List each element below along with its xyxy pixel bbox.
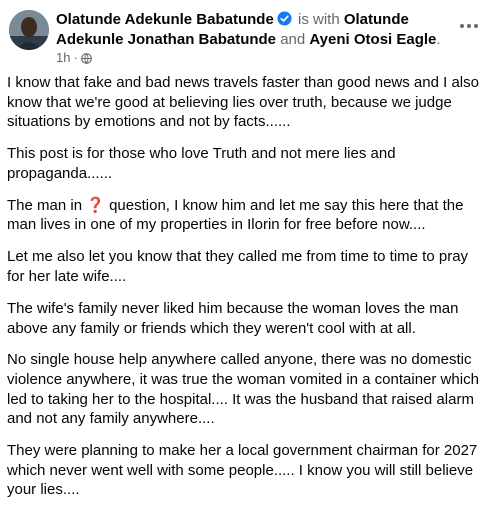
- avatar-image: [9, 10, 49, 50]
- author-name[interactable]: Olatunde Adekunle Babatunde: [56, 11, 274, 28]
- post-paragraph-1: I know that fake and bad news travels fa…: [7, 74, 479, 131]
- post-paragraph-5: The wife's family never liked him becaus…: [7, 299, 459, 337]
- post-paragraph-7: They were planning to make her a local g…: [7, 442, 478, 499]
- facebook-post: Olatunde Adekunle Babatunde is with Olat…: [0, 0, 492, 498]
- post-byline: Olatunde Adekunle Babatunde is with Olat…: [56, 10, 446, 49]
- question-mark-emoji: ❓: [86, 196, 105, 214]
- more-options-icon[interactable]: [457, 16, 481, 36]
- meta-separator: ·: [73, 50, 78, 65]
- post-paragraph-3: The man in ❓ question, I know him and le…: [7, 196, 485, 235]
- and-text: and: [280, 30, 306, 48]
- avatar[interactable]: [9, 10, 49, 50]
- post-header: Olatunde Adekunle Babatunde is with Olat…: [9, 6, 483, 66]
- post-paragraph-4: Let me also let you know that they calle…: [7, 248, 469, 285]
- byline-period: .: [436, 30, 441, 48]
- paragraph-3-start: The man in: [7, 196, 87, 214]
- post-body: I know that fake and bad news travels fa…: [7, 73, 485, 512]
- post-time[interactable]: 1h: [56, 50, 70, 65]
- verified-badge-icon: [277, 11, 292, 26]
- post-meta: 1h ·: [56, 50, 92, 65]
- tagged-person-2[interactable]: Ayeni Otosi Eagle: [309, 31, 436, 48]
- globe-icon[interactable]: [80, 52, 92, 64]
- post-paragraph-6: No single house help anywhere called any…: [7, 351, 479, 428]
- post-paragraph-2: This post is for those who love Truth an…: [7, 145, 396, 182]
- with-text: is with: [297, 11, 340, 28]
